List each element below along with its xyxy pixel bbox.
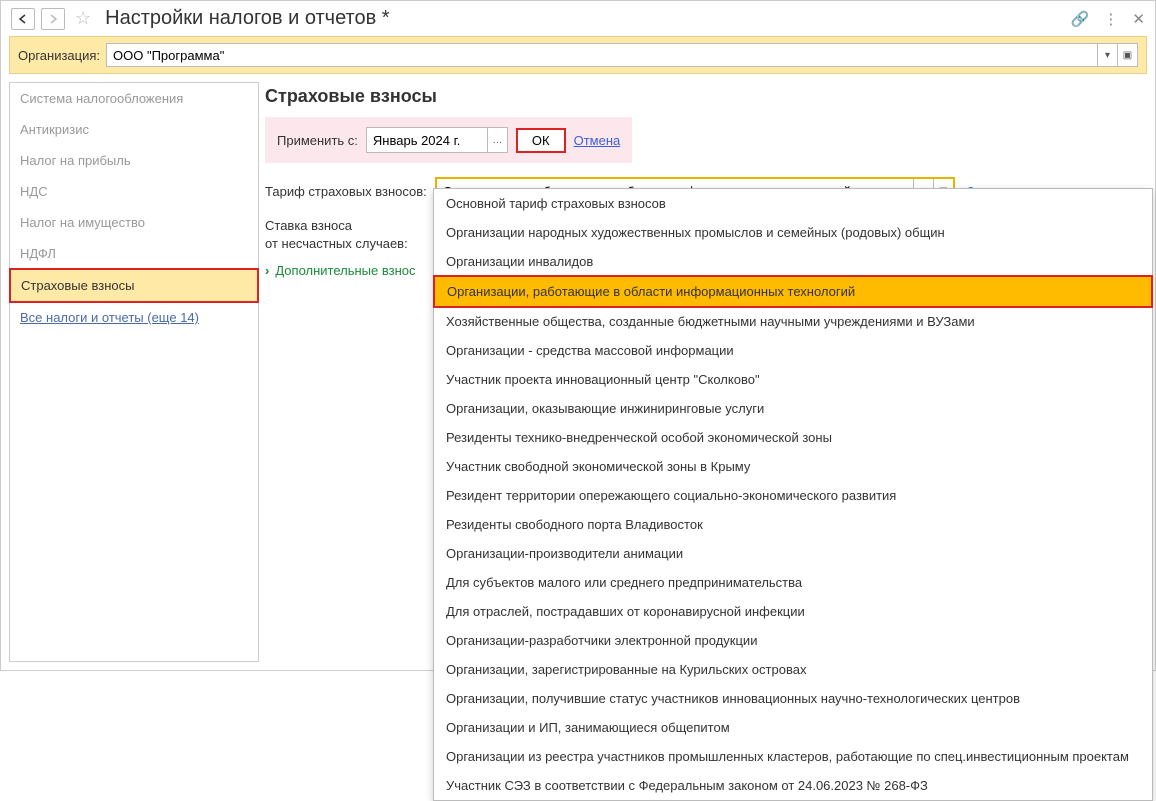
close-icon[interactable]: ✕ [1132, 10, 1145, 28]
tariff-dropdown-list: Основной тариф страховых взносовОрганиза… [433, 188, 1153, 801]
apply-from-label: Применить с: [277, 133, 358, 148]
link-icon[interactable]: 🔗 [1071, 10, 1090, 28]
tariff-option[interactable]: Организации - средства массовой информац… [434, 336, 1152, 365]
apply-from-input-group: … [366, 127, 508, 153]
tariff-option[interactable]: Для отраслей, пострадавших от коронавиру… [434, 597, 1152, 626]
tariff-option[interactable]: Резидент территории опережающего социаль… [434, 481, 1152, 510]
tariff-option[interactable]: Организации-разработчики электронной про… [434, 626, 1152, 655]
tariff-option[interactable]: Организации, получившие статус участнико… [434, 684, 1152, 713]
tariff-option[interactable]: Участник проекта инновационный центр "Ск… [434, 365, 1152, 394]
tariff-option[interactable]: Резиденты свободного порта Владивосток [434, 510, 1152, 539]
favorite-icon[interactable]: ☆ [75, 8, 91, 29]
page-title: Настройки налогов и отчетов * [105, 7, 389, 30]
sidebar-item-tax-system[interactable]: Система налогообложения [10, 83, 258, 114]
tariff-label: Тариф страховых взносов: [265, 184, 427, 199]
sidebar-item-ndfl[interactable]: НДФЛ [10, 238, 258, 269]
tariff-option[interactable]: Участник свободной экономической зоны в … [434, 452, 1152, 481]
nav-back-button[interactable] [11, 8, 35, 30]
tariff-option[interactable]: Организации народных художественных пром… [434, 218, 1152, 247]
sidebar-item-anticrisis[interactable]: Антикризис [10, 114, 258, 145]
tariff-option[interactable]: Организации-производители анимации [434, 539, 1152, 568]
tariff-option[interactable]: Для субъектов малого или среднего предпр… [434, 568, 1152, 597]
organization-input[interactable] [107, 44, 1097, 66]
sidebar-item-property-tax[interactable]: Налог на имущество [10, 207, 258, 238]
tariff-option[interactable]: Организации и ИП, занимающиеся общепитом [434, 713, 1152, 742]
cancel-link[interactable]: Отмена [574, 133, 621, 148]
arrow-right-icon [48, 14, 58, 24]
tariff-option[interactable]: Организации, работающие в области информ… [433, 275, 1153, 308]
sidebar-item-nds[interactable]: НДС [10, 176, 258, 207]
apply-from-input[interactable] [367, 128, 487, 152]
apply-from-picker-button[interactable]: … [487, 128, 507, 152]
more-icon[interactable]: ⋮ [1103, 10, 1118, 28]
organization-label: Организация: [18, 48, 100, 63]
ok-button[interactable]: ОК [516, 128, 566, 153]
sidebar-item-insurance[interactable]: Страховые взносы [9, 268, 259, 303]
sidebar: Система налогообложения Антикризис Налог… [9, 82, 259, 662]
tariff-option[interactable]: Основной тариф страховых взносов [434, 189, 1152, 218]
organization-dropdown-button[interactable]: ▾ [1097, 44, 1117, 66]
sidebar-item-profit-tax[interactable]: Налог на прибыль [10, 145, 258, 176]
tariff-option[interactable]: Организации из реестра участников промыш… [434, 742, 1152, 771]
nav-forward-button[interactable] [41, 8, 65, 30]
organization-open-button[interactable]: ▣ [1117, 44, 1137, 66]
apply-bar: Применить с: … ОК Отмена [265, 117, 632, 163]
arrow-left-icon [18, 14, 28, 24]
organization-input-group: ▾ ▣ [106, 43, 1138, 67]
organization-bar: Организация: ▾ ▣ [9, 36, 1147, 74]
section-title: Страховые взносы [265, 86, 1147, 107]
tariff-option[interactable]: Резиденты технико-внедренческой особой э… [434, 423, 1152, 452]
tariff-option[interactable]: Организации инвалидов [434, 247, 1152, 276]
sidebar-item-all-taxes[interactable]: Все налоги и отчеты (еще 14) [10, 302, 258, 333]
tariff-option[interactable]: Организации, оказывающие инжиниринговые … [434, 394, 1152, 423]
tariff-option[interactable]: Организации, зарегистрированные на Курил… [434, 655, 1152, 684]
tariff-option[interactable]: Хозяйственные общества, созданные бюджет… [434, 307, 1152, 336]
